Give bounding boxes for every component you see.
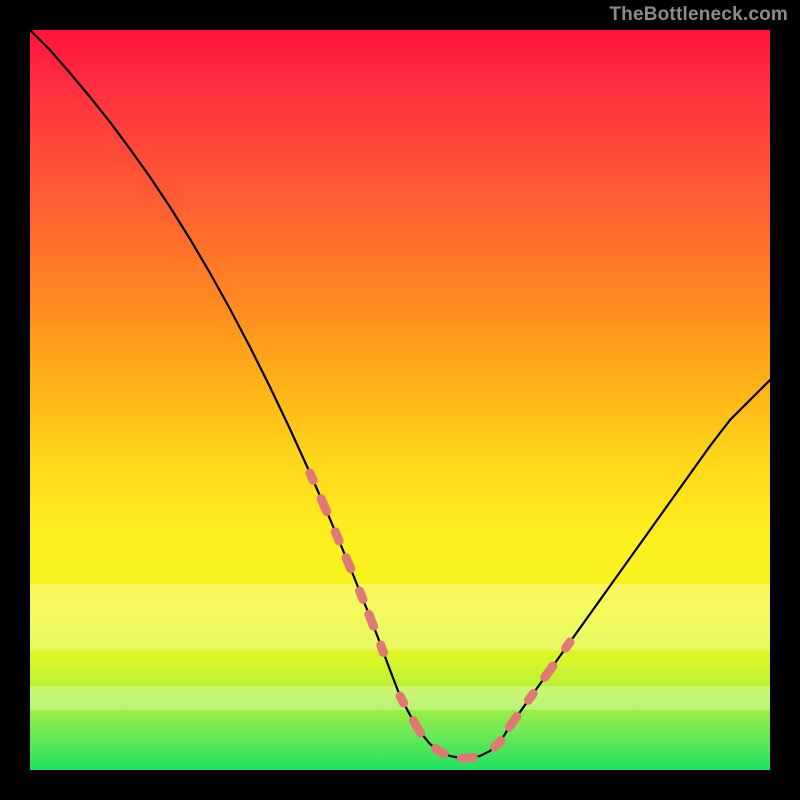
watermark-text: TheBottleneck.com <box>609 4 788 26</box>
chart-stage: TheBottleneck.com <box>0 0 800 800</box>
curve-svg <box>30 30 770 770</box>
plot-area <box>30 30 770 770</box>
curve-marker-right <box>400 642 570 758</box>
bottleneck-curve <box>30 30 770 758</box>
